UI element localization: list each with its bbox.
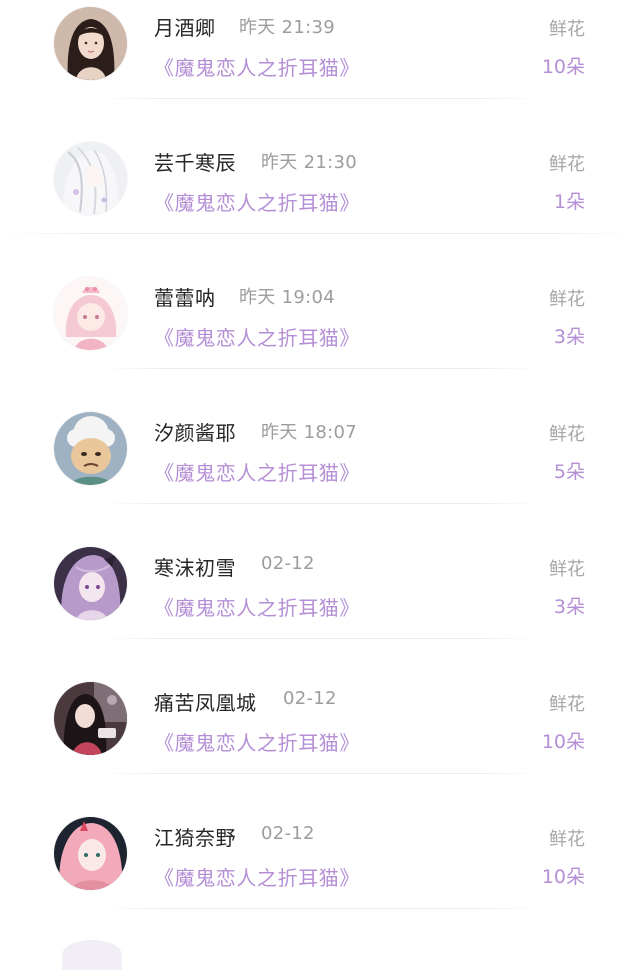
list-item[interactable]: 江猗奈野 02-12 《魔鬼恋人之折耳猫》 鲜花 10朵 — [0, 810, 640, 945]
user-name[interactable]: 寒沫初雪 — [154, 552, 236, 581]
divider — [100, 368, 540, 369]
divider — [100, 98, 540, 99]
divider — [100, 908, 540, 909]
list-item[interactable]: 蕾蕾呐 昨天 19:04 《魔鬼恋人之折耳猫》 鲜花 3朵 — [0, 270, 640, 405]
timestamp: 昨天 21:30 — [261, 152, 357, 173]
user-name[interactable]: 蕾蕾呐 — [154, 282, 216, 311]
gift-count: 10朵 — [541, 731, 585, 753]
gift-count: 10朵 — [541, 866, 585, 888]
timestamp: 昨天 19:04 — [239, 287, 335, 308]
avatar-purple-anime-icon[interactable] — [54, 547, 127, 620]
user-name[interactable]: 痛苦凤凰城 — [154, 687, 257, 716]
timestamp: 02-12 — [261, 823, 315, 844]
divider — [0, 233, 640, 234]
user-name[interactable]: 芸千寒辰 — [154, 147, 236, 176]
avatar-sheep-cartoon-icon[interactable] — [54, 412, 127, 485]
gift-label: 鲜花 — [549, 424, 585, 445]
list-item[interactable]: 痛苦凤凰城 02-12 《魔鬼恋人之折耳猫》 鲜花 10朵 — [0, 675, 640, 810]
list-item[interactable]: 芸千寒辰 昨天 21:30 《魔鬼恋人之折耳猫》 鲜花 1朵 — [0, 135, 640, 270]
list-item[interactable]: 寒沫初雪 02-12 《魔鬼恋人之折耳猫》 鲜花 3朵 — [0, 540, 640, 675]
book-title-link[interactable]: 《魔鬼恋人之折耳猫》 — [154, 457, 360, 486]
divider — [100, 773, 540, 774]
list-item[interactable]: 月酒卿 昨天 21:39 《魔鬼恋人之折耳猫》 鲜花 10朵 — [0, 0, 640, 135]
timestamp: 昨天 21:39 — [239, 17, 335, 38]
timestamp: 02-12 — [261, 553, 315, 574]
gift-count: 3朵 — [553, 596, 585, 618]
gift-count: 1朵 — [553, 191, 585, 213]
user-name[interactable]: 汐颜酱耶 — [154, 417, 236, 446]
divider — [100, 503, 540, 504]
gift-label: 鲜花 — [549, 289, 585, 310]
next-avatar-partial — [62, 940, 122, 970]
avatar-white-hair-icon[interactable] — [54, 142, 127, 215]
gift-label: 鲜花 — [549, 559, 585, 580]
avatar-pink-hair-icon[interactable] — [54, 817, 127, 890]
book-title-link[interactable]: 《魔鬼恋人之折耳猫》 — [154, 862, 360, 891]
gift-count: 3朵 — [553, 326, 585, 348]
timestamp: 昨天 18:07 — [261, 422, 357, 443]
gift-label: 鲜花 — [549, 19, 585, 40]
book-title-link[interactable]: 《魔鬼恋人之折耳猫》 — [154, 592, 360, 621]
gift-count: 10朵 — [541, 56, 585, 78]
book-title-link[interactable]: 《魔鬼恋人之折耳猫》 — [154, 52, 360, 81]
book-title-link[interactable]: 《魔鬼恋人之折耳猫》 — [154, 322, 360, 351]
timestamp: 02-12 — [283, 688, 337, 709]
list-item[interactable]: 汐颜酱耶 昨天 18:07 《魔鬼恋人之折耳猫》 鲜花 5朵 — [0, 405, 640, 540]
gift-count: 5朵 — [553, 461, 585, 483]
avatar-pink-anime-icon[interactable] — [54, 277, 127, 350]
gift-label: 鲜花 — [549, 154, 585, 175]
user-name[interactable]: 月酒卿 — [154, 12, 216, 41]
avatar-dark-hair-icon[interactable] — [54, 682, 127, 755]
avatar-woman-icon[interactable] — [54, 7, 127, 80]
user-name[interactable]: 江猗奈野 — [154, 822, 236, 851]
book-title-link[interactable]: 《魔鬼恋人之折耳猫》 — [154, 727, 360, 756]
book-title-link[interactable]: 《魔鬼恋人之折耳猫》 — [154, 187, 360, 216]
gift-label: 鲜花 — [549, 829, 585, 850]
gift-label: 鲜花 — [549, 694, 585, 715]
divider — [100, 638, 540, 639]
